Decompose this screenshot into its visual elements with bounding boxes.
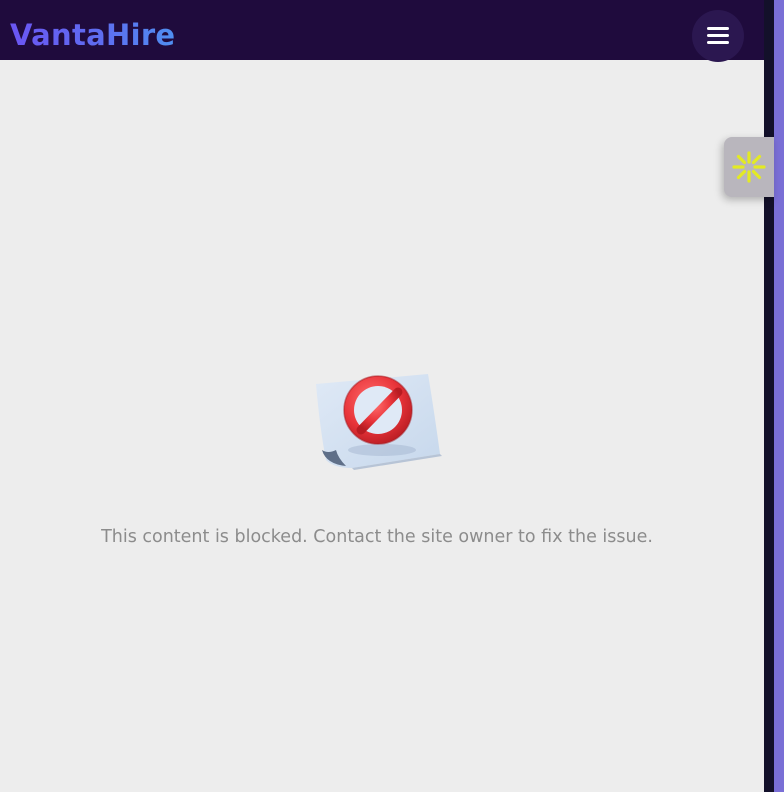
blocked-content-icon bbox=[316, 374, 442, 470]
side-widget-button[interactable] bbox=[724, 137, 774, 197]
hamburger-menu-icon-bar bbox=[707, 41, 729, 44]
asterisk-spark-icon bbox=[732, 151, 766, 183]
brand-logo[interactable]: VantaHire bbox=[10, 17, 175, 53]
scrollbar-thumb[interactable] bbox=[774, 0, 784, 792]
hamburger-menu-icon bbox=[707, 27, 729, 30]
blocked-message: This content is blocked. Contact the sit… bbox=[101, 527, 653, 547]
menu-button[interactable] bbox=[692, 10, 744, 62]
hamburger-menu-icon-bar bbox=[707, 34, 729, 37]
scrollbar-track[interactable] bbox=[764, 0, 774, 792]
header-bar: VantaHire bbox=[0, 0, 764, 62]
